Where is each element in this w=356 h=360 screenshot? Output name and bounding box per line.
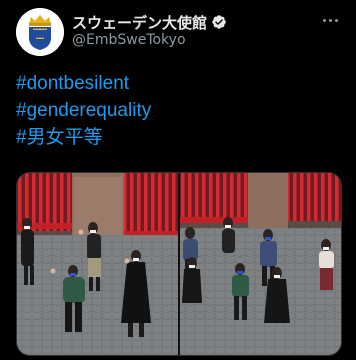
photo-left[interactable] bbox=[17, 173, 178, 355]
author-name-row[interactable]: スウェーデン大使館 bbox=[72, 12, 227, 32]
tweet[interactable]: スウェーデン大使館 @EmbSweTokyo #dontbesilent #ge… bbox=[0, 0, 356, 360]
photo-image bbox=[17, 173, 178, 355]
display-name[interactable]: スウェーデン大使館 bbox=[72, 12, 207, 33]
handle[interactable]: @EmbSweTokyo bbox=[72, 32, 186, 48]
tweet-text: #dontbesilent #genderequality #男女平等 bbox=[16, 70, 151, 151]
hashtag-link[interactable]: #dontbesilent bbox=[16, 70, 151, 97]
hashtag-link[interactable]: #男女平等 bbox=[16, 124, 151, 151]
verified-badge-icon bbox=[212, 15, 226, 29]
avatar[interactable] bbox=[16, 8, 64, 56]
photo-image bbox=[180, 173, 341, 355]
more-options-icon bbox=[322, 18, 326, 22]
swedish-crest-icon bbox=[16, 8, 64, 56]
photo-right[interactable] bbox=[180, 173, 341, 355]
hashtag-link[interactable]: #genderequality bbox=[16, 97, 151, 124]
more-options-button[interactable] bbox=[318, 10, 342, 30]
media-grid bbox=[16, 172, 342, 356]
